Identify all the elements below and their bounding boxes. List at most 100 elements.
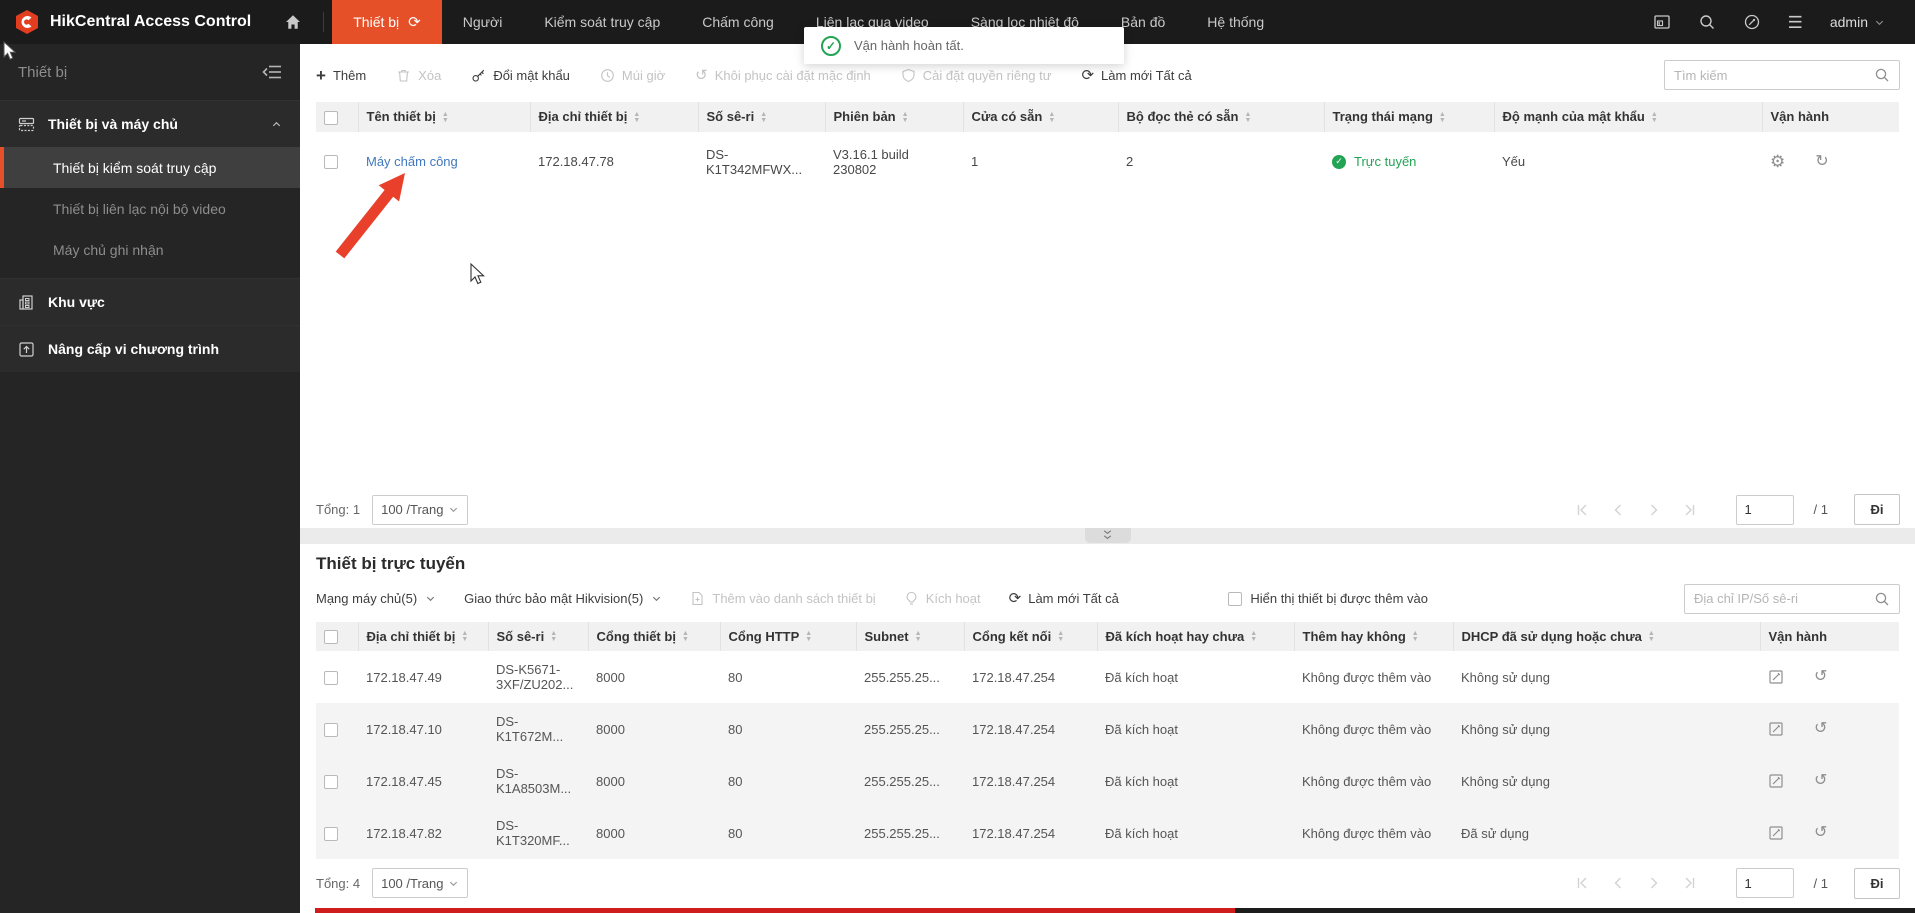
tab-he-thong[interactable]: Hệ thống bbox=[1186, 0, 1285, 44]
show-added-devices-toggle[interactable]: Hiển thị thiết bị được thêm vào bbox=[1228, 591, 1428, 606]
network-dropdown[interactable]: Mạng máy chủ(5) bbox=[316, 591, 436, 606]
tab-cham-cong[interactable]: Chấm công bbox=[681, 0, 795, 44]
edit-icon[interactable] bbox=[1768, 721, 1784, 737]
row-checkbox[interactable] bbox=[324, 774, 338, 789]
col-them-hay-khong[interactable]: Thêm hay không ▲ ▼ bbox=[1293, 621, 1453, 652]
reset-icon[interactable]: ↺ bbox=[1814, 825, 1827, 841]
collapse-section-handle[interactable] bbox=[1084, 527, 1131, 543]
sidebar-item-firmware-upgrade[interactable]: Nâng cấp vi chương trình bbox=[0, 325, 300, 372]
col-dia-chi-thiet-bi[interactable]: Địa chỉ thiết bị ▲ ▼ bbox=[529, 102, 698, 132]
trash-icon bbox=[398, 69, 410, 82]
delete-button[interactable]: Xóa bbox=[396, 68, 441, 83]
edit-icon[interactable] bbox=[1768, 669, 1784, 685]
col-cua-co-san[interactable]: Cửa có sẵn ▲ ▼ bbox=[962, 102, 1118, 132]
sidebar-group-device-server[interactable]: Thiết bị và máy chủ bbox=[0, 100, 300, 147]
restore-default-button[interactable]: ↺ Khôi phục cài đặt mặc định bbox=[695, 68, 871, 83]
col-dhcp[interactable]: DHCP đã sử dụng hoặc chưa ▲ ▼ bbox=[1452, 621, 1760, 652]
select-all-checkbox[interactable] bbox=[324, 110, 338, 125]
collapse-sidebar-icon[interactable] bbox=[262, 64, 282, 80]
col-cong-thiet-bi[interactable]: Cổng thiết bị ▲ ▼ bbox=[587, 621, 720, 652]
row-checkbox[interactable] bbox=[324, 722, 338, 737]
menu-icon[interactable]: ☰ bbox=[1788, 14, 1803, 31]
time-zone-button[interactable]: Múi giờ bbox=[600, 68, 665, 83]
privacy-settings-button[interactable]: Cài đặt quyền riêng tư bbox=[901, 68, 1051, 83]
chevron-down-icon bbox=[1875, 20, 1884, 25]
tab-nguoi[interactable]: Người bbox=[442, 0, 524, 44]
reset-icon[interactable]: ↺ bbox=[1814, 721, 1827, 737]
tab-thiet-bi[interactable]: Thiết bị ⟳ bbox=[332, 0, 442, 44]
reset-icon[interactable]: ↺ bbox=[1814, 669, 1827, 685]
row-refresh-icon[interactable]: ↻ bbox=[1815, 153, 1828, 170]
search-icon[interactable] bbox=[1874, 67, 1890, 83]
reset-icon[interactable]: ↺ bbox=[1814, 773, 1827, 789]
online-device-row: 172.18.47.45 DS-K1A8503M... 8000 80 255.… bbox=[316, 755, 1899, 808]
network-status: ✓ Trực tuyến bbox=[1332, 154, 1486, 169]
sidebar-item-area[interactable]: Khu vực bbox=[0, 278, 300, 325]
device-name-link[interactable]: Máy chấm công bbox=[366, 154, 458, 169]
col-phien-ban[interactable]: Phiên bản ▲ ▼ bbox=[824, 102, 963, 132]
sidebar-item-access-control-devices[interactable]: Thiết bị kiểm soát truy cập bbox=[0, 147, 300, 188]
select-all-checkbox[interactable] bbox=[324, 630, 338, 645]
refresh-icon: ⟳ bbox=[1008, 590, 1022, 608]
col-da-kich-hoat[interactable]: Đã kích hoạt hay chưa ▲ ▼ bbox=[1096, 621, 1294, 652]
wizard-icon[interactable] bbox=[1653, 13, 1671, 31]
prev-page-button[interactable] bbox=[1610, 875, 1626, 891]
last-page-button[interactable] bbox=[1682, 875, 1698, 891]
row-checkbox[interactable] bbox=[324, 155, 338, 170]
page-number-input[interactable] bbox=[1735, 494, 1794, 525]
settings-gear-icon[interactable]: ⚙ bbox=[1770, 153, 1785, 170]
help-icon[interactable] bbox=[1743, 13, 1761, 31]
col-do-manh-mat-khau[interactable]: Độ mạnh của mật khẩu ▲ ▼ bbox=[1493, 102, 1762, 132]
next-page-button[interactable] bbox=[1646, 875, 1662, 891]
sort-icon: ▲ ▼ bbox=[1057, 630, 1065, 644]
edit-icon[interactable] bbox=[1768, 825, 1784, 841]
sidebar-item-record-server[interactable]: Máy chủ ghi nhận bbox=[0, 229, 300, 270]
online-device-table: Địa chỉ thiết bị ▲ ▼ Số sê-ri ▲ ▼ Cổng thiết… bbox=[316, 621, 1899, 860]
search-icon[interactable] bbox=[1874, 591, 1890, 607]
row-checkbox[interactable] bbox=[324, 826, 338, 841]
edit-icon[interactable] bbox=[1768, 773, 1784, 789]
page-number-input[interactable] bbox=[1735, 868, 1794, 899]
go-button[interactable]: Đi bbox=[1854, 867, 1900, 899]
sidebar: Thiết bị Thiết bị và máy chủ Thiết bị ki… bbox=[0, 44, 300, 913]
first-page-button[interactable] bbox=[1574, 875, 1590, 891]
sort-icon: ▲ ▼ bbox=[1438, 110, 1446, 124]
chevron-down-icon bbox=[653, 596, 661, 602]
sidebar-item-video-intercom-devices[interactable]: Thiết bị liên lạc nội bộ video bbox=[0, 188, 300, 229]
add-button[interactable]: + Thêm bbox=[316, 67, 366, 84]
activate-button[interactable]: Kích hoạt bbox=[904, 591, 981, 606]
col-trang-thai-mang[interactable]: Trạng thái mạng ▲ ▼ bbox=[1323, 102, 1494, 132]
go-button[interactable]: Đi bbox=[1854, 494, 1900, 526]
col-cong-http[interactable]: Cổng HTTP ▲ ▼ bbox=[719, 621, 856, 652]
tab-kiem-soat-truy-cap[interactable]: Kiểm soát truy cập bbox=[523, 0, 681, 44]
last-page-button[interactable] bbox=[1682, 502, 1698, 518]
user-menu[interactable]: admin bbox=[1830, 14, 1885, 30]
col-subnet[interactable]: Subnet ▲ ▼ bbox=[855, 621, 964, 652]
tab-refresh-icon[interactable]: ⟳ bbox=[408, 15, 421, 30]
col-cong-ket-noi[interactable]: Cổng kết nối ▲ ▼ bbox=[963, 621, 1097, 652]
page-size-select[interactable]: 100 /Trang bbox=[372, 868, 469, 899]
col-so-se-ri[interactable]: Số sê-ri ▲ ▼ bbox=[487, 621, 588, 652]
row-checkbox[interactable] bbox=[324, 670, 338, 685]
bottom-dark-strip bbox=[1235, 908, 1915, 913]
show-added-checkbox[interactable] bbox=[1228, 591, 1243, 606]
col-ten-thiet-bi[interactable]: Tên thiết bị ▲ ▼ bbox=[357, 102, 530, 132]
refresh-all-online-button[interactable]: ⟳ Làm mới Tất cả bbox=[1009, 591, 1119, 606]
device-search-input[interactable] bbox=[1674, 67, 1874, 83]
col-so-se-ri[interactable]: Số sê-ri ▲ ▼ bbox=[697, 102, 825, 132]
refresh-all-button[interactable]: ⟳ Làm mới Tất cả bbox=[1081, 68, 1191, 83]
home-button[interactable] bbox=[267, 0, 319, 44]
online-search-input[interactable] bbox=[1694, 591, 1874, 607]
password-strength: Yếu bbox=[1502, 154, 1526, 170]
prev-page-button[interactable] bbox=[1610, 502, 1626, 518]
first-page-button[interactable] bbox=[1574, 502, 1590, 518]
change-password-button[interactable]: Đổi mật khẩu bbox=[471, 68, 570, 83]
col-bo-doc-the[interactable]: Bộ đọc thẻ có sẵn ▲ ▼ bbox=[1117, 102, 1324, 132]
search-icon[interactable] bbox=[1698, 13, 1716, 31]
next-page-button[interactable] bbox=[1646, 502, 1662, 518]
col-dia-chi-thiet-bi[interactable]: Địa chỉ thiết bị ▲ ▼ bbox=[357, 621, 488, 652]
page-size-select[interactable]: 100 /Trang bbox=[372, 494, 469, 525]
protocol-dropdown[interactable]: Giao thức bảo mật Hikvision(5) bbox=[464, 591, 662, 606]
add-to-device-list-button[interactable]: Thêm vào danh sách thiết bị bbox=[690, 591, 876, 606]
